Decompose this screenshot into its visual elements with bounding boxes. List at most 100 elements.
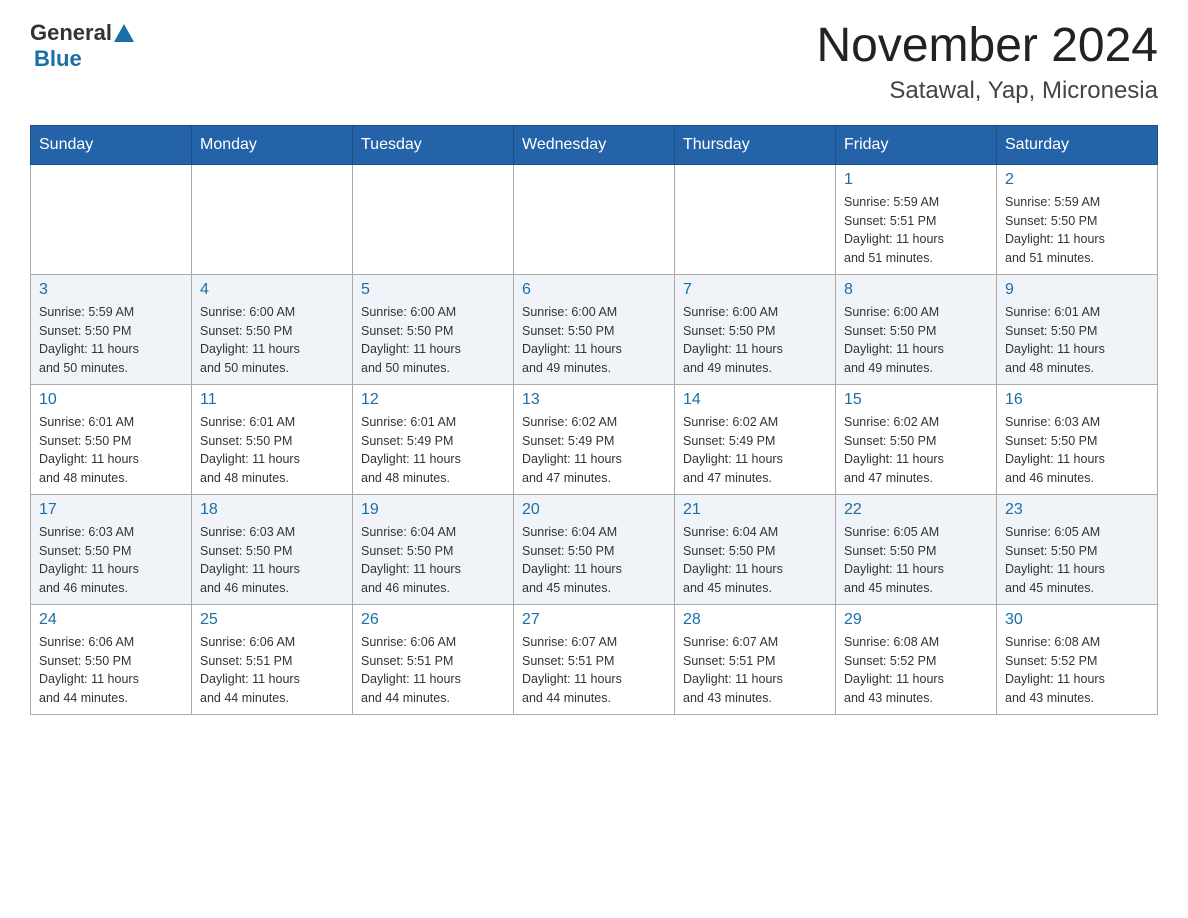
day-info: Sunrise: 5:59 AM Sunset: 5:51 PM Dayligh… <box>844 193 988 268</box>
calendar-cell: 10 Sunrise: 6:01 AM Sunset: 5:50 PM Dayli… <box>31 384 192 494</box>
day-number: 25 <box>200 611 344 629</box>
calendar-cell: 3Sunrise: 5:59 AM Sunset: 5:50 PM Daylig… <box>31 274 192 384</box>
day-number: 3 <box>39 281 183 299</box>
calendar-cell: 22 Sunrise: 6:05 AM Sunset: 5:50 PM Dayli… <box>836 494 997 604</box>
calendar-header-thursday: Thursday <box>675 125 836 164</box>
calendar-cell: 13Sunrise: 6:02 AM Sunset: 5:49 PM Dayli… <box>514 384 675 494</box>
calendar-cell: 11 Sunrise: 6:01 AM Sunset: 5:50 PM Dayli… <box>192 384 353 494</box>
calendar-week-row-2: 3Sunrise: 5:59 AM Sunset: 5:50 PM Daylig… <box>31 274 1158 384</box>
calendar-header-friday: Friday <box>836 125 997 164</box>
day-number: 14 <box>683 391 827 409</box>
calendar-table: SundayMondayTuesdayWednesdayThursdayFrid… <box>30 125 1158 715</box>
day-number: 30 <box>1005 611 1149 629</box>
calendar-cell: 23 Sunrise: 6:05 AM Sunset: 5:50 PM Dayli… <box>997 494 1158 604</box>
day-number: 10 <box>39 391 183 409</box>
calendar-cell: 28 Sunrise: 6:07 AM Sunset: 5:51 PM Dayli… <box>675 604 836 714</box>
day-info: Sunrise: 6:00 AM Sunset: 5:50 PM Dayligh… <box>683 303 827 378</box>
day-info: Sunrise: 6:04 AM Sunset: 5:50 PM Dayligh… <box>361 523 505 598</box>
calendar-cell: 4 Sunrise: 6:00 AM Sunset: 5:50 PM Daylig… <box>192 274 353 384</box>
day-number: 23 <box>1005 501 1149 519</box>
day-info: Sunrise: 6:02 AM Sunset: 5:49 PM Dayligh… <box>683 413 827 488</box>
day-info: Sunrise: 6:00 AM Sunset: 5:50 PM Dayligh… <box>522 303 666 378</box>
calendar-cell: 25Sunrise: 6:06 AM Sunset: 5:51 PM Dayli… <box>192 604 353 714</box>
calendar-header-monday: Monday <box>192 125 353 164</box>
title-block: November 2024 Satawal, Yap, Micronesia <box>816 20 1158 105</box>
calendar-week-row-5: 24Sunrise: 6:06 AM Sunset: 5:50 PM Dayli… <box>31 604 1158 714</box>
day-info: Sunrise: 6:08 AM Sunset: 5:52 PM Dayligh… <box>844 633 988 708</box>
calendar-cell: 15Sunrise: 6:02 AM Sunset: 5:50 PM Dayli… <box>836 384 997 494</box>
day-number: 4 <box>200 281 344 299</box>
calendar-cell <box>514 164 675 274</box>
calendar-cell: 29 Sunrise: 6:08 AM Sunset: 5:52 PM Dayli… <box>836 604 997 714</box>
day-info: Sunrise: 6:05 AM Sunset: 5:50 PM Dayligh… <box>844 523 988 598</box>
day-info: Sunrise: 6:01 AM Sunset: 5:50 PM Dayligh… <box>200 413 344 488</box>
day-info: Sunrise: 6:01 AM Sunset: 5:49 PM Dayligh… <box>361 413 505 488</box>
calendar-cell: 17Sunrise: 6:03 AM Sunset: 5:50 PM Dayli… <box>31 494 192 604</box>
day-info: Sunrise: 6:07 AM Sunset: 5:51 PM Dayligh… <box>683 633 827 708</box>
day-info: Sunrise: 6:03 AM Sunset: 5:50 PM Dayligh… <box>1005 413 1149 488</box>
day-number: 17 <box>39 501 183 519</box>
calendar-cell: 27 Sunrise: 6:07 AM Sunset: 5:51 PM Dayli… <box>514 604 675 714</box>
calendar-header-tuesday: Tuesday <box>353 125 514 164</box>
day-number: 13 <box>522 391 666 409</box>
day-info: Sunrise: 6:03 AM Sunset: 5:50 PM Dayligh… <box>200 523 344 598</box>
day-number: 16 <box>1005 391 1149 409</box>
day-info: Sunrise: 6:01 AM Sunset: 5:50 PM Dayligh… <box>39 413 183 488</box>
day-number: 21 <box>683 501 827 519</box>
calendar-cell <box>675 164 836 274</box>
calendar-cell: 20 Sunrise: 6:04 AM Sunset: 5:50 PM Dayli… <box>514 494 675 604</box>
logo-triangle-icon <box>114 24 134 42</box>
calendar-cell: 2 Sunrise: 5:59 AM Sunset: 5:50 PM Daylig… <box>997 164 1158 274</box>
day-info: Sunrise: 6:07 AM Sunset: 5:51 PM Dayligh… <box>522 633 666 708</box>
day-number: 1 <box>844 171 988 189</box>
calendar-cell: 24Sunrise: 6:06 AM Sunset: 5:50 PM Dayli… <box>31 604 192 714</box>
calendar-week-row-3: 10 Sunrise: 6:01 AM Sunset: 5:50 PM Dayli… <box>31 384 1158 494</box>
page-header: General Blue November 2024 Satawal, Yap,… <box>30 20 1158 105</box>
day-number: 9 <box>1005 281 1149 299</box>
calendar-cell: 6 Sunrise: 6:00 AM Sunset: 5:50 PM Daylig… <box>514 274 675 384</box>
day-number: 5 <box>361 281 505 299</box>
day-number: 12 <box>361 391 505 409</box>
day-number: 27 <box>522 611 666 629</box>
day-info: Sunrise: 6:06 AM Sunset: 5:51 PM Dayligh… <box>361 633 505 708</box>
day-number: 18 <box>200 501 344 519</box>
calendar-header-wednesday: Wednesday <box>514 125 675 164</box>
day-number: 15 <box>844 391 988 409</box>
day-info: Sunrise: 6:04 AM Sunset: 5:50 PM Dayligh… <box>683 523 827 598</box>
day-info: Sunrise: 6:08 AM Sunset: 5:52 PM Dayligh… <box>1005 633 1149 708</box>
day-number: 22 <box>844 501 988 519</box>
day-info: Sunrise: 6:05 AM Sunset: 5:50 PM Dayligh… <box>1005 523 1149 598</box>
day-number: 11 <box>200 391 344 409</box>
day-info: Sunrise: 5:59 AM Sunset: 5:50 PM Dayligh… <box>1005 193 1149 268</box>
calendar-cell: 12 Sunrise: 6:01 AM Sunset: 5:49 PM Dayli… <box>353 384 514 494</box>
calendar-cell: 16 Sunrise: 6:03 AM Sunset: 5:50 PM Dayli… <box>997 384 1158 494</box>
day-number: 29 <box>844 611 988 629</box>
day-info: Sunrise: 6:01 AM Sunset: 5:50 PM Dayligh… <box>1005 303 1149 378</box>
location-title: Satawal, Yap, Micronesia <box>816 77 1158 105</box>
calendar-cell <box>353 164 514 274</box>
day-number: 6 <box>522 281 666 299</box>
day-number: 28 <box>683 611 827 629</box>
calendar-cell: 8Sunrise: 6:00 AM Sunset: 5:50 PM Daylig… <box>836 274 997 384</box>
day-number: 8 <box>844 281 988 299</box>
calendar-cell: 5 Sunrise: 6:00 AM Sunset: 5:50 PM Daylig… <box>353 274 514 384</box>
logo-general-text: General <box>30 20 112 46</box>
day-info: Sunrise: 6:00 AM Sunset: 5:50 PM Dayligh… <box>361 303 505 378</box>
day-info: Sunrise: 6:04 AM Sunset: 5:50 PM Dayligh… <box>522 523 666 598</box>
day-number: 7 <box>683 281 827 299</box>
logo-blue-text: Blue <box>34 46 82 71</box>
logo: General Blue <box>30 20 136 72</box>
calendar-cell: 26Sunrise: 6:06 AM Sunset: 5:51 PM Dayli… <box>353 604 514 714</box>
calendar-header-saturday: Saturday <box>997 125 1158 164</box>
day-number: 2 <box>1005 171 1149 189</box>
calendar-cell: 1 Sunrise: 5:59 AM Sunset: 5:51 PM Daylig… <box>836 164 997 274</box>
calendar-cell: 9 Sunrise: 6:01 AM Sunset: 5:50 PM Daylig… <box>997 274 1158 384</box>
calendar-cell: 18 Sunrise: 6:03 AM Sunset: 5:50 PM Dayli… <box>192 494 353 604</box>
day-info: Sunrise: 6:00 AM Sunset: 5:50 PM Dayligh… <box>200 303 344 378</box>
day-number: 19 <box>361 501 505 519</box>
day-number: 20 <box>522 501 666 519</box>
calendar-week-row-4: 17 Sunrise: 6:03 AM Sunset: 5:50 PM Dayli… <box>31 494 1158 604</box>
calendar-cell: 21 Sunrise: 6:04 AM Sunset: 5:50 PM Dayli… <box>675 494 836 604</box>
calendar-cell <box>31 164 192 274</box>
day-info: Sunrise: 6:06 AM Sunset: 5:50 PM Dayligh… <box>39 633 183 708</box>
